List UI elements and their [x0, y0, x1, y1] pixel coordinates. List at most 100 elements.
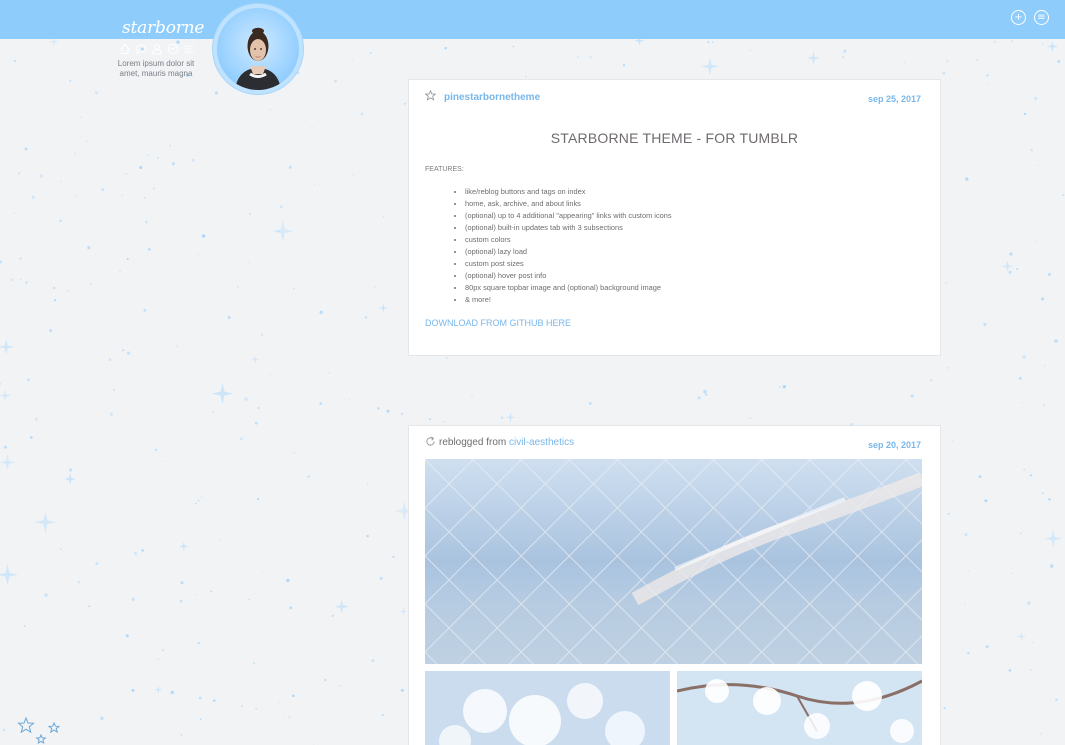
home-icon[interactable] [119, 43, 131, 55]
post-header: sep 20, 2017 [425, 436, 921, 452]
sparkle-star [0, 564, 19, 586]
sparkle-dot [147, 248, 151, 251]
sparkle-dot [0, 260, 3, 264]
sparkle-dot [379, 576, 383, 580]
star-icon[interactable] [425, 90, 436, 101]
post-author-link[interactable]: pinestarbornetheme [444, 92, 540, 103]
sparkle-dot [288, 716, 291, 719]
sparkle-dot [164, 461, 167, 463]
sparkle-dot [1031, 642, 1033, 643]
sparkle-dot [749, 417, 751, 419]
photo-white-flowers[interactable] [425, 671, 670, 745]
sparkle-dot [984, 499, 988, 503]
sparkle-dot [67, 289, 70, 292]
photo-blossom-branch[interactable] [677, 671, 922, 745]
sparkle-dot [197, 499, 200, 502]
sparkle-dot [696, 44, 698, 46]
sparkle-dot [319, 310, 323, 314]
sparkle-dot [1057, 59, 1061, 64]
sparkle-dot [749, 49, 751, 51]
list-circle-icon[interactable]: ≡ [1034, 10, 1049, 25]
sparkle-dot [930, 379, 933, 382]
sparkle-dot [293, 452, 295, 454]
sparkle-dot [180, 733, 183, 736]
sparkle-dot [218, 538, 221, 541]
sparkle-dot [313, 743, 315, 745]
blog-title[interactable]: starborne [122, 18, 204, 38]
post-title: STARBORNE THEME - FOR TUMBLR [550, 130, 799, 146]
sparkle-dot [314, 184, 316, 186]
sparkle-dot [993, 40, 996, 43]
topbar-actions: + ≡ [1011, 10, 1049, 25]
sparkle-dot [307, 475, 310, 478]
sparkle-dot [588, 401, 592, 405]
sparkle-dot [90, 283, 92, 285]
sparkle-dot [7, 176, 9, 178]
menu-icon[interactable] [183, 43, 195, 55]
avatar[interactable] [217, 8, 299, 90]
post-date[interactable]: sep 20, 2017 [868, 440, 921, 450]
sparkle-dot [334, 79, 337, 83]
sparkle-star [1044, 529, 1062, 548]
sparkle-dot [143, 308, 147, 312]
sparkle-dot [292, 694, 295, 698]
sparkle-dot [141, 549, 144, 552]
sparkle-dot [277, 230, 280, 233]
page: + ≡ starborne Lorem ipsum dolor sit amet… [0, 0, 1065, 745]
sparkle-dot [705, 393, 708, 397]
sparkle-dot [1008, 270, 1012, 274]
sparkle-dot [622, 64, 626, 67]
sparkle-dot [255, 707, 257, 710]
sparkle-dot [3, 445, 7, 449]
sparkle-dot [270, 109, 272, 111]
sparkle-dot [779, 386, 781, 388]
features-label: FEATURES: [425, 166, 464, 173]
sparkle-dot [68, 468, 73, 472]
sparkle-dot [283, 713, 285, 715]
sparkle-dot [945, 282, 947, 284]
archive-icon[interactable] [167, 43, 179, 55]
list-item: like/reblog buttons and tags on index [465, 186, 672, 198]
sparkle-dot [1020, 532, 1022, 535]
sparkle-dot [236, 286, 239, 288]
sparkle-dot [60, 180, 62, 183]
sparkle-dot [942, 71, 946, 75]
sparkle-dot [392, 555, 395, 558]
sparkle-dot [1034, 271, 1037, 273]
list-item: home, ask, archive, and about links [465, 198, 672, 210]
about-icon[interactable] [151, 43, 163, 55]
sparkle-dot [286, 578, 290, 583]
sparkle-dot [240, 437, 243, 440]
sparkle-dot [80, 116, 82, 118]
sparkle-star [64, 473, 77, 486]
sparkle-dot [126, 351, 131, 355]
sparkle-dot [133, 551, 138, 556]
sparkle-star [1001, 260, 1014, 273]
sparkle-dot [1018, 376, 1022, 380]
sparkle-dot [364, 316, 368, 319]
sparkle-dot [904, 61, 906, 63]
list-item: 80px square topbar image and (optional) … [465, 282, 672, 294]
sparkle-dot [20, 279, 22, 281]
sparkle-dot [703, 390, 707, 394]
sparkle-dot [253, 662, 256, 665]
sparkle-dot [279, 205, 283, 209]
sparkle-star [806, 51, 821, 65]
download-link[interactable]: DOWNLOAD FROM GITHUB HERE [425, 318, 571, 328]
sparkle-dot [328, 372, 331, 374]
ask-icon[interactable] [135, 43, 147, 55]
sparkle-dot [191, 158, 195, 162]
sparkle-dot [1029, 474, 1033, 477]
sparkle-dot [212, 699, 216, 702]
sparkle-dot [261, 334, 263, 336]
post-date[interactable]: sep 25, 2017 [868, 94, 921, 104]
sparkle-dot [1043, 404, 1046, 407]
plus-circle-icon[interactable]: + [1011, 10, 1026, 25]
sparkle-dot [289, 606, 293, 610]
sparkle-dot [348, 399, 350, 401]
sparkle-dot [946, 366, 949, 369]
sparkle-dot [40, 174, 44, 178]
photo-chainlink-fence[interactable] [425, 459, 922, 664]
decorative-stars-icon [17, 716, 61, 745]
sparkle-dot [1062, 194, 1065, 197]
